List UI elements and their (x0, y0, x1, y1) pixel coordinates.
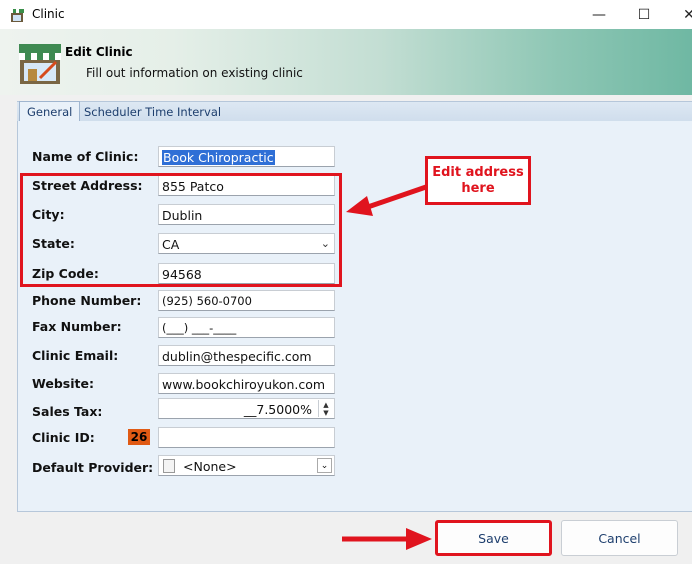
edit-address-callout: Edit address here (425, 156, 531, 205)
close-button[interactable]: ✕ (666, 0, 692, 29)
header-subtitle: Fill out information on existing clinic (86, 66, 303, 80)
save-button[interactable]: Save (435, 520, 552, 556)
sales-tax-value: __7.5000% (243, 402, 312, 417)
clinic-email-input[interactable]: dublin@thespecific.com (158, 345, 335, 366)
dialog-header: Edit Clinic Fill out information on exis… (0, 29, 692, 95)
default-provider-value: <None> (183, 459, 237, 474)
clinic-name-value: Book Chiropractic (162, 150, 275, 165)
address-highlight-box (20, 173, 342, 287)
sales-tax-label: Sales Tax: (32, 404, 103, 419)
website-label: Website: (32, 376, 94, 391)
website-input[interactable]: www.bookchiroyukon.com (158, 373, 335, 394)
provider-list-icon (163, 459, 175, 473)
clinic-name-input[interactable]: Book Chiropractic (158, 146, 335, 167)
maximize-button[interactable]: ☐ (621, 0, 667, 29)
sales-tax-spinner[interactable]: __7.5000% ▲ ▼ (158, 398, 335, 419)
storefront-icon (10, 9, 24, 22)
minimize-button[interactable]: — (576, 0, 622, 29)
default-provider-select[interactable]: <None> ⌄ (158, 455, 335, 476)
window-title: Clinic (32, 7, 65, 21)
storefront-icon (19, 44, 61, 84)
arrow-icon (346, 184, 427, 216)
tab-general[interactable]: General (19, 101, 81, 123)
chevron-down-icon[interactable]: ⌄ (317, 458, 332, 473)
tab-strip: General Scheduler Time Interval (17, 101, 692, 123)
clinic-email-label: Clinic Email: (32, 348, 119, 363)
clinic-id-input[interactable] (158, 427, 335, 448)
spin-up-icon[interactable]: ▲ (323, 401, 328, 409)
arrow-icon (342, 528, 432, 550)
spin-down-icon[interactable]: ▼ (323, 409, 328, 417)
phone-number-input[interactable]: (925) 560-0700 (158, 290, 335, 311)
header-title: Edit Clinic (65, 45, 133, 59)
clinic-name-label: Name of Clinic: (32, 149, 139, 164)
fax-number-label: Fax Number: (32, 319, 122, 334)
clinic-id-badge: 26 (128, 429, 150, 445)
default-provider-label: Default Provider: (32, 460, 154, 475)
title-bar: Clinic — ☐ ✕ (0, 0, 692, 29)
cancel-button[interactable]: Cancel (561, 520, 678, 556)
phone-number-label: Phone Number: (32, 293, 142, 308)
tab-scheduler-time-interval[interactable]: Scheduler Time Interval (77, 102, 228, 123)
fax-number-input[interactable]: (___) ___-____ (158, 317, 335, 338)
spinner-arrows[interactable]: ▲ ▼ (318, 400, 333, 417)
clinic-id-label: Clinic ID: (32, 430, 95, 445)
